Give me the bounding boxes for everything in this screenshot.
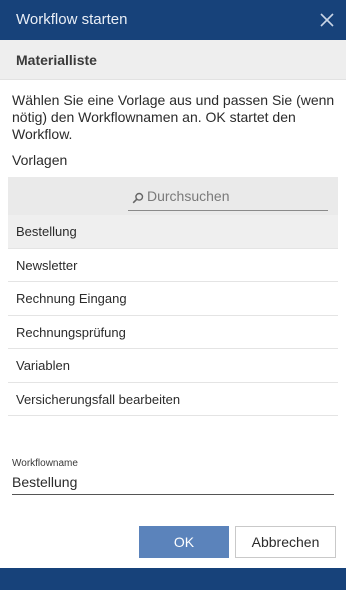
description-text: Wählen Sie eine Vorlage aus und passen S… [12, 92, 335, 142]
section-title: Materialliste [16, 52, 97, 68]
list-item-label: Rechnung Eingang [16, 291, 127, 306]
search-icon [132, 191, 144, 204]
list-item[interactable]: Rechnungsprüfung [8, 316, 338, 349]
workflowname-input[interactable]: Bestellung [12, 472, 334, 495]
templates-label: Vorlagen [12, 152, 68, 168]
list-item-label: Variablen [16, 358, 70, 373]
ok-button[interactable]: OK [139, 526, 229, 558]
search-placeholder: Durchsuchen [147, 188, 230, 204]
list-item-label: Bestellung [16, 224, 77, 239]
footer-bar [0, 568, 346, 590]
dialog-titlebar: Workflow starten [0, 0, 346, 40]
list-item-label: Rechnungsprüfung [16, 324, 126, 340]
list-item[interactable]: Versicherungsfall bearbeiten [8, 383, 338, 416]
list-item-label: Newsletter [16, 257, 78, 273]
list-item[interactable]: Rechnung Eingang [8, 282, 338, 316]
list-item[interactable]: Variablen [8, 349, 338, 383]
section-header: Materialliste [0, 40, 346, 80]
list-item[interactable]: Bestellung [8, 215, 338, 249]
workflowname-label: Workflowname [12, 458, 78, 469]
search-input[interactable]: Durchsuchen [128, 185, 328, 211]
template-list: Durchsuchen Bestellung Newsletter Rechnu… [8, 177, 338, 416]
list-item-label: Versicherungsfall bearbeiten [16, 391, 181, 407]
dialog-title: Workflow starten [16, 11, 128, 28]
list-item[interactable]: Newsletter [8, 249, 338, 282]
search-bar: Durchsuchen [8, 177, 338, 215]
close-icon[interactable] [318, 11, 336, 29]
cancel-button[interactable]: Abbrechen [235, 526, 336, 558]
